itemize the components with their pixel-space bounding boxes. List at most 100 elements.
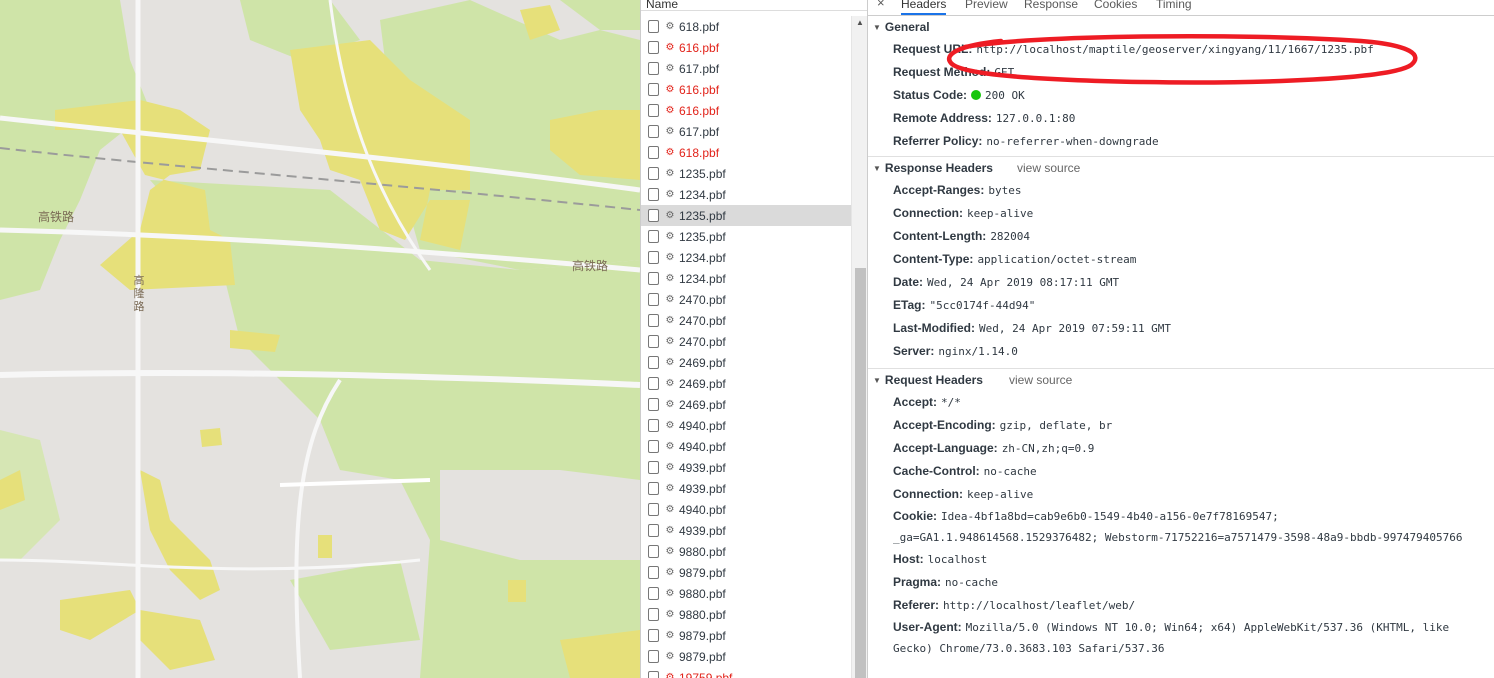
row-checkbox[interactable] (648, 440, 659, 453)
request-row[interactable]: ⚙ 616.pbf (641, 37, 851, 58)
request-name: 1234.pbf (679, 271, 726, 286)
header-value[interactable]: Mozilla/5.0 (Windows NT 10.0; Win64; x64… (893, 621, 1449, 655)
request-row[interactable]: ⚙ 618.pbf (641, 16, 851, 37)
header-value[interactable]: 282004 (990, 230, 1030, 243)
header-value[interactable]: Wed, 24 Apr 2019 08:17:11 GMT (927, 276, 1119, 289)
request-row[interactable]: ⚙ 4939.pbf (641, 520, 851, 541)
header-value[interactable]: */* (941, 396, 961, 409)
header-value[interactable]: no-cache (984, 465, 1037, 478)
request-row[interactable]: ⚙ 2470.pbf (641, 310, 851, 331)
request-row[interactable]: ⚙ 2469.pbf (641, 352, 851, 373)
header-value[interactable]: Wed, 24 Apr 2019 07:59:11 GMT (979, 322, 1171, 335)
request-row[interactable]: ⚙ 1235.pbf (641, 163, 851, 184)
header-value[interactable]: gzip, deflate, br (1000, 419, 1113, 432)
request-row[interactable]: ⚙ 1234.pbf (641, 184, 851, 205)
row-checkbox[interactable] (648, 566, 659, 579)
row-checkbox[interactable] (648, 125, 659, 138)
row-checkbox[interactable] (648, 524, 659, 537)
request-headers-header[interactable]: ▼ Request Headers view source (868, 369, 1494, 391)
row-checkbox[interactable] (648, 146, 659, 159)
header-value[interactable]: Idea-4bf1a8bd=cab9e6b0-1549-4b40-a156-0e… (893, 510, 1463, 544)
request-row[interactable]: ⚙ 1234.pbf (641, 247, 851, 268)
row-checkbox[interactable] (648, 545, 659, 558)
request-row[interactable]: ⚙ 618.pbf (641, 142, 851, 163)
request-row[interactable]: ⚙ 2470.pbf (641, 331, 851, 352)
map-view[interactable]: 高铁路 高铁路 高隆路 (0, 0, 640, 678)
row-checkbox[interactable] (648, 83, 659, 96)
request-row[interactable]: ⚙ 4940.pbf (641, 436, 851, 457)
scroll-up-arrow-icon[interactable]: ▲ (852, 18, 867, 27)
header-value[interactable]: keep-alive (967, 488, 1033, 501)
row-checkbox[interactable] (648, 629, 659, 642)
row-checkbox[interactable] (648, 503, 659, 516)
request-row[interactable]: ⚙ 1235.pbf (641, 205, 851, 226)
request-row[interactable]: ⚙ 4940.pbf (641, 415, 851, 436)
request-row[interactable]: ⚙ 2469.pbf (641, 373, 851, 394)
request-url-value[interactable]: http://localhost/maptile/geoserver/xingy… (976, 43, 1373, 56)
row-checkbox[interactable] (648, 461, 659, 474)
row-checkbox[interactable] (648, 209, 659, 222)
row-checkbox[interactable] (648, 398, 659, 411)
general-section-header[interactable]: ▼ General (868, 16, 1494, 38)
row-checkbox[interactable] (648, 419, 659, 432)
row-checkbox[interactable] (648, 188, 659, 201)
request-row[interactable]: ⚙ 9880.pbf (641, 541, 851, 562)
tab-timing[interactable]: Timing (1156, 0, 1192, 11)
header-value[interactable]: http://localhost/leaflet/web/ (943, 599, 1135, 612)
tab-preview[interactable]: Preview (965, 0, 1008, 11)
header-value[interactable]: no-cache (945, 576, 998, 589)
request-row[interactable]: ⚙ 1235.pbf (641, 226, 851, 247)
tab-response[interactable]: Response (1024, 0, 1078, 11)
request-row[interactable]: ⚙ 9879.pbf (641, 562, 851, 583)
request-row[interactable]: ⚙ 616.pbf (641, 100, 851, 121)
response-headers-header[interactable]: ▼ Response Headers view source (868, 157, 1494, 179)
header-value[interactable]: localhost (928, 553, 988, 566)
view-source-link[interactable]: view source (1009, 369, 1072, 391)
close-icon[interactable]: × (877, 0, 885, 10)
row-checkbox[interactable] (648, 272, 659, 285)
request-row[interactable]: ⚙ 617.pbf (641, 121, 851, 142)
row-checkbox[interactable] (648, 671, 659, 678)
row-checkbox[interactable] (648, 377, 659, 390)
list-scrollbar[interactable]: ▲ (851, 16, 867, 678)
name-column-header[interactable]: Name (641, 0, 867, 11)
request-row[interactable]: ⚙ 9879.pbf (641, 625, 851, 646)
view-source-link[interactable]: view source (1017, 157, 1080, 179)
header-value[interactable]: keep-alive (967, 207, 1033, 220)
request-row[interactable]: ⚙ 1234.pbf (641, 268, 851, 289)
request-row[interactable]: ⚙ 4939.pbf (641, 457, 851, 478)
header-value[interactable]: nginx/1.14.0 (938, 345, 1017, 358)
row-checkbox[interactable] (648, 293, 659, 306)
row-checkbox[interactable] (648, 314, 659, 327)
row-checkbox[interactable] (648, 62, 659, 75)
row-checkbox[interactable] (648, 356, 659, 369)
row-checkbox[interactable] (648, 230, 659, 243)
row-checkbox[interactable] (648, 41, 659, 54)
request-row[interactable]: ⚙ 2469.pbf (641, 394, 851, 415)
header-value[interactable]: "5cc0174f-44d94" (929, 299, 1035, 312)
row-checkbox[interactable] (648, 20, 659, 33)
request-row[interactable]: ⚙ 9880.pbf (641, 604, 851, 625)
row-checkbox[interactable] (648, 587, 659, 600)
row-checkbox[interactable] (648, 251, 659, 264)
row-checkbox[interactable] (648, 167, 659, 180)
request-row[interactable]: ⚙ 9879.pbf (641, 646, 851, 667)
request-row[interactable]: ⚙ 4940.pbf (641, 499, 851, 520)
row-checkbox[interactable] (648, 104, 659, 117)
row-checkbox[interactable] (648, 608, 659, 621)
header-value[interactable]: zh-CN,zh;q=0.9 (1002, 442, 1095, 455)
request-row[interactable]: ⚙ 2470.pbf (641, 289, 851, 310)
row-checkbox[interactable] (648, 482, 659, 495)
header-value[interactable]: bytes (988, 184, 1021, 197)
tab-headers[interactable]: Headers (901, 0, 947, 15)
row-checkbox[interactable] (648, 650, 659, 663)
request-row[interactable]: ⚙ 4939.pbf (641, 478, 851, 499)
request-row[interactable]: ⚙ 617.pbf (641, 58, 851, 79)
scrollbar-thumb[interactable] (855, 268, 866, 678)
row-checkbox[interactable] (648, 335, 659, 348)
request-row[interactable]: ⚙ 616.pbf (641, 79, 851, 100)
request-row[interactable]: ⚙ 9880.pbf (641, 583, 851, 604)
tab-cookies[interactable]: Cookies (1094, 0, 1137, 11)
header-value[interactable]: application/octet-stream (977, 253, 1136, 266)
request-row[interactable]: ⚙ 19759.pbf (641, 667, 851, 678)
